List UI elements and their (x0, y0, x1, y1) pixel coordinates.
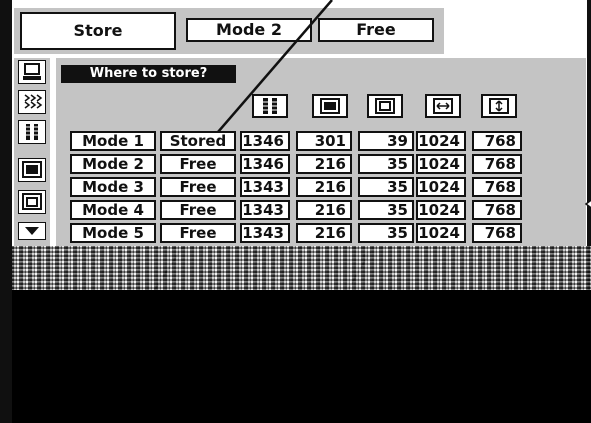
signal-noise-overlay (12, 246, 591, 294)
blank-screen-area (12, 290, 591, 423)
